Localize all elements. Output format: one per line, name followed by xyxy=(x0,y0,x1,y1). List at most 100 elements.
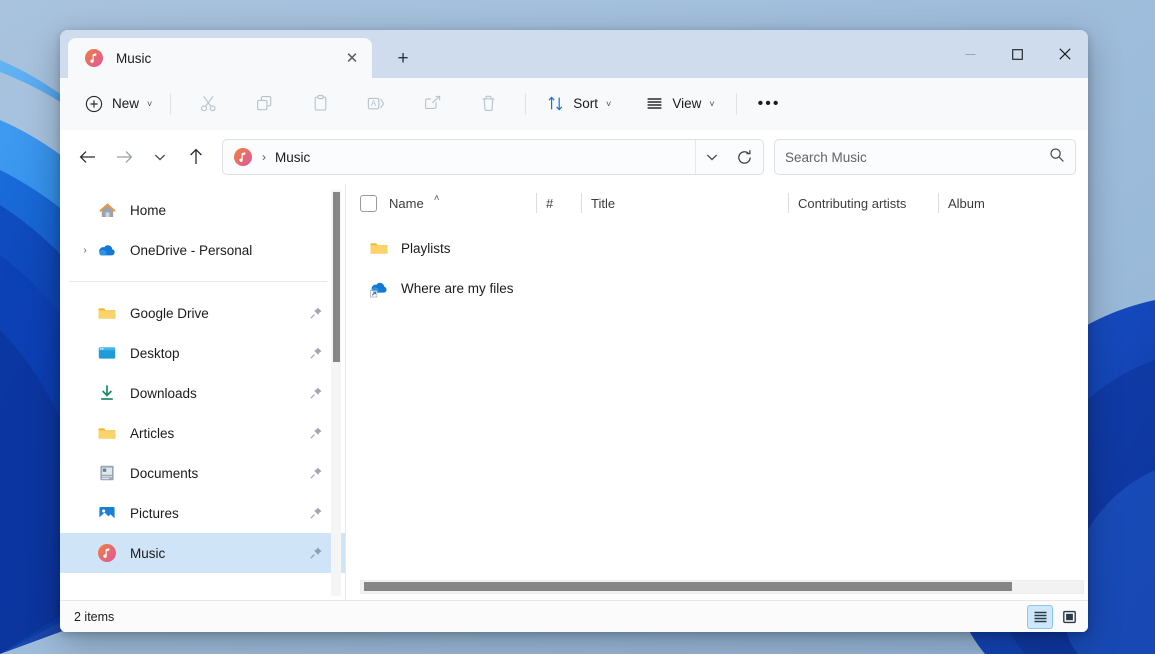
window-body: Home › OneDrive - Personal Google Drive xyxy=(60,184,1088,600)
column-headers: Name ˄ # Title Contributing artists Albu… xyxy=(346,184,1088,222)
svg-text:A: A xyxy=(371,99,377,108)
status-bar: 2 items xyxy=(60,600,1088,632)
sidebar-item-documents[interactable]: Documents xyxy=(60,453,345,493)
pin-icon[interactable] xyxy=(309,466,323,480)
view-button-label: View xyxy=(672,96,702,111)
view-lines-icon xyxy=(643,93,665,115)
sidebar-divider xyxy=(70,281,327,282)
column-header-contributing-artists[interactable]: Contributing artists xyxy=(788,184,938,222)
music-circle-icon xyxy=(96,542,118,564)
breadcrumb[interactable]: Music xyxy=(275,150,695,165)
downloads-icon xyxy=(96,382,118,404)
file-list: Playlists Where are my files xyxy=(346,222,1088,600)
view-button[interactable]: View ˅ xyxy=(634,87,723,121)
maximize-button[interactable] xyxy=(994,30,1041,78)
large-icons-view-button[interactable] xyxy=(1056,605,1082,629)
share-button[interactable] xyxy=(404,87,460,121)
music-circle-icon xyxy=(233,147,253,167)
sidebar-item-label: OneDrive - Personal xyxy=(130,242,253,258)
select-all-checkbox[interactable] xyxy=(360,194,377,212)
details-view-button[interactable] xyxy=(1027,604,1053,629)
window-controls xyxy=(947,30,1088,78)
copy-button[interactable] xyxy=(236,87,292,121)
navigation-pane: Home › OneDrive - Personal Google Drive xyxy=(60,184,345,600)
sidebar-item-label: Downloads xyxy=(130,385,197,401)
pin-icon[interactable] xyxy=(309,426,323,440)
sidebar-item-articles[interactable]: Articles xyxy=(60,413,345,453)
documents-icon xyxy=(96,462,118,484)
chevron-right-icon[interactable]: › xyxy=(74,245,96,256)
toolbar-divider-3 xyxy=(735,92,737,115)
desktop-icon xyxy=(96,342,118,364)
pin-icon[interactable] xyxy=(309,506,323,520)
sort-ascending-icon: ˄ xyxy=(433,192,440,204)
address-bar[interactable]: › Music xyxy=(222,139,764,175)
sidebar-item-label: Music xyxy=(130,545,166,561)
tab-title: Music xyxy=(116,50,152,66)
toolbar-divider-2 xyxy=(525,92,527,115)
sidebar-item-label: Desktop xyxy=(130,345,180,361)
sidebar-item-pictures[interactable]: Pictures xyxy=(60,493,345,533)
sidebar-item-music[interactable]: Music xyxy=(60,533,345,573)
column-header-number[interactable]: # xyxy=(536,184,581,222)
close-tab-icon[interactable]: ✕ xyxy=(338,44,366,72)
folder-icon xyxy=(96,302,118,324)
file-name: Playlists xyxy=(401,240,451,256)
address-dropdown-icon[interactable] xyxy=(695,140,727,174)
column-header-name[interactable]: Name ˄ xyxy=(360,184,536,222)
chevron-down-icon: ˅ xyxy=(709,98,715,109)
pin-icon[interactable] xyxy=(309,546,323,560)
table-row[interactable]: Where are my files xyxy=(346,268,1088,308)
column-header-album[interactable]: Album xyxy=(938,184,1058,222)
close-window-button[interactable] xyxy=(1041,30,1088,78)
cut-button[interactable] xyxy=(180,87,236,121)
pictures-icon xyxy=(96,502,118,524)
see-more-button[interactable]: ••• xyxy=(749,87,790,121)
folder-icon xyxy=(96,422,118,444)
rename-button[interactable]: A xyxy=(348,87,404,121)
title-bar: Music ✕ + xyxy=(60,30,1088,78)
sidebar-item-home[interactable]: Home xyxy=(60,190,345,230)
column-label: # xyxy=(546,195,554,211)
new-button-label: New xyxy=(112,96,140,111)
paste-button[interactable] xyxy=(292,87,348,121)
up-button[interactable] xyxy=(178,140,214,174)
delete-button[interactable] xyxy=(460,87,516,121)
pin-icon[interactable] xyxy=(309,386,323,400)
sidebar-item-label: Google Drive xyxy=(130,305,209,321)
sidebar-item-label: Home xyxy=(130,202,167,218)
recent-locations-button[interactable] xyxy=(142,140,178,174)
clipboard-icon xyxy=(309,93,331,115)
search-box[interactable]: Search Music xyxy=(774,139,1076,175)
file-name: Where are my files xyxy=(401,280,514,296)
sidebar-item-label: Articles xyxy=(130,425,175,441)
scissors-icon xyxy=(197,93,219,115)
sidebar-item-downloads[interactable]: Downloads xyxy=(60,373,345,413)
sidebar-item-onedrive-personal[interactable]: › OneDrive - Personal xyxy=(60,230,345,270)
new-tab-button[interactable]: + xyxy=(386,41,420,75)
search-icon[interactable] xyxy=(1049,147,1065,168)
horizontal-scrollbar-thumb[interactable] xyxy=(364,582,1012,591)
share-icon xyxy=(421,93,443,115)
new-button[interactable]: New ˅ xyxy=(74,87,161,121)
back-button[interactable] xyxy=(70,140,106,174)
rename-icon: A xyxy=(365,93,387,115)
table-row[interactable]: Playlists xyxy=(346,228,1088,268)
sort-button[interactable]: Sort ˅ xyxy=(535,87,620,121)
pin-icon[interactable] xyxy=(309,306,323,320)
refresh-button[interactable] xyxy=(727,140,761,174)
chevron-down-icon: ˅ xyxy=(606,98,612,109)
ellipsis-icon: ••• xyxy=(757,94,781,112)
pin-icon[interactable] xyxy=(309,346,323,360)
minimize-button[interactable] xyxy=(947,30,994,78)
forward-button[interactable] xyxy=(106,140,142,174)
home-icon xyxy=(96,199,118,221)
column-header-title[interactable]: Title xyxy=(581,184,788,222)
search-input[interactable]: Search Music xyxy=(785,150,1049,165)
sidebar-item-desktop[interactable]: Desktop xyxy=(60,333,345,373)
tab-music[interactable]: Music ✕ xyxy=(68,38,372,78)
toolbar-divider-1 xyxy=(170,92,172,115)
sidebar-item-google-drive[interactable]: Google Drive xyxy=(60,293,345,333)
file-list-pane: Name ˄ # Title Contributing artists Albu… xyxy=(345,184,1088,600)
sidebar-scrollbar-thumb[interactable] xyxy=(333,192,340,362)
